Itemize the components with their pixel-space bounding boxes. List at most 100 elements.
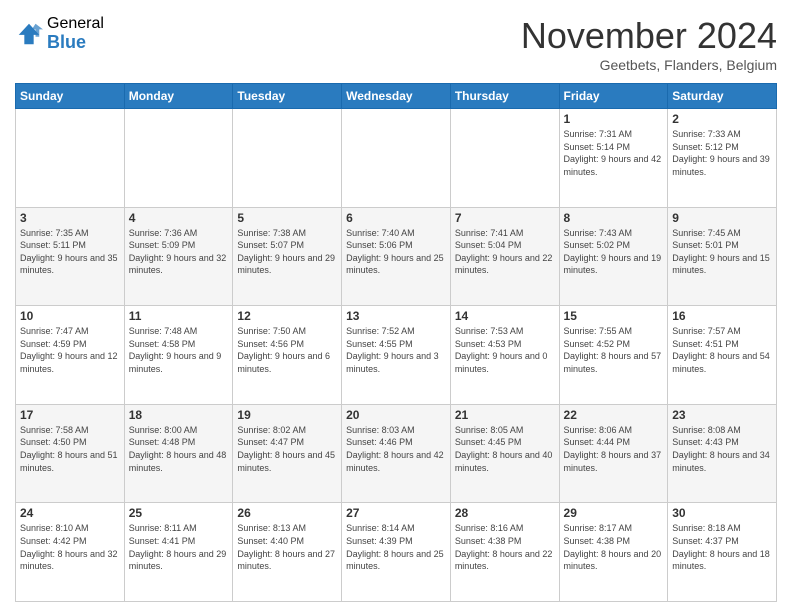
calendar-day-cell: 20 Sunrise: 8:03 AM Sunset: 4:46 PM Dayli… [342, 404, 451, 503]
calendar-day-cell [342, 109, 451, 208]
logo-icon [15, 20, 43, 48]
day-info: Sunrise: 7:52 AM Sunset: 4:55 PM Dayligh… [346, 325, 446, 375]
day-number: 9 [672, 211, 772, 225]
month-title: November 2024 [521, 15, 777, 57]
calendar-table: SundayMondayTuesdayWednesdayThursdayFrid… [15, 83, 777, 602]
calendar-day-cell: 21 Sunrise: 8:05 AM Sunset: 4:45 PM Dayli… [450, 404, 559, 503]
day-info: Sunrise: 8:13 AM Sunset: 4:40 PM Dayligh… [237, 522, 337, 572]
calendar-day-cell: 26Sunrise: 8:13 AM Sunset: 4:40 PM Dayli… [233, 503, 342, 602]
day-info: Sunrise: 8:11 AM Sunset: 4:41 PM Dayligh… [129, 522, 229, 572]
day-info: Sunrise: 7:43 AM Sunset: 5:02 PM Dayligh… [564, 227, 664, 277]
day-info: Sunrise: 7:45 AM Sunset: 5:01 PM Dayligh… [672, 227, 772, 277]
calendar-day-cell: 28 Sunrise: 8:16 AM Sunset: 4:38 PM Dayli… [450, 503, 559, 602]
weekday-header: Tuesday [233, 84, 342, 109]
day-number: 11 [129, 309, 229, 323]
calendar-day-cell: 4 Sunrise: 7:36 AM Sunset: 5:09 PM Daylig… [124, 207, 233, 306]
day-number: 15 [564, 309, 664, 323]
calendar-day-cell: 30Sunrise: 8:18 AM Sunset: 4:37 PM Dayli… [668, 503, 777, 602]
day-number: 29 [564, 506, 664, 520]
calendar-day-cell: 6 Sunrise: 7:40 AM Sunset: 5:06 PM Daylig… [342, 207, 451, 306]
day-info: Sunrise: 8:14 AM Sunset: 4:39 PM Dayligh… [346, 522, 446, 572]
weekday-header: Thursday [450, 84, 559, 109]
day-info: Sunrise: 8:17 AM Sunset: 4:38 PM Dayligh… [564, 522, 664, 572]
day-info: Sunrise: 7:40 AM Sunset: 5:06 PM Dayligh… [346, 227, 446, 277]
day-number: 24 [20, 506, 120, 520]
day-info: Sunrise: 7:47 AM Sunset: 4:59 PM Dayligh… [20, 325, 120, 375]
day-info: Sunrise: 7:35 AM Sunset: 5:11 PM Dayligh… [20, 227, 120, 277]
day-number: 21 [455, 408, 555, 422]
day-number: 28 [455, 506, 555, 520]
day-number: 4 [129, 211, 229, 225]
calendar-day-cell: 15 Sunrise: 7:55 AM Sunset: 4:52 PM Dayli… [559, 306, 668, 405]
day-info: Sunrise: 8:02 AM Sunset: 4:47 PM Dayligh… [237, 424, 337, 474]
day-info: Sunrise: 7:57 AM Sunset: 4:51 PM Dayligh… [672, 325, 772, 375]
calendar-week-row: 24 Sunrise: 8:10 AM Sunset: 4:42 PM Dayli… [16, 503, 777, 602]
day-info: Sunrise: 8:05 AM Sunset: 4:45 PM Dayligh… [455, 424, 555, 474]
day-number: 7 [455, 211, 555, 225]
calendar-day-cell: 5 Sunrise: 7:38 AM Sunset: 5:07 PM Daylig… [233, 207, 342, 306]
calendar-day-cell: 14 Sunrise: 7:53 AM Sunset: 4:53 PM Dayli… [450, 306, 559, 405]
day-info: Sunrise: 7:41 AM Sunset: 5:04 PM Dayligh… [455, 227, 555, 277]
calendar-day-cell: 24 Sunrise: 8:10 AM Sunset: 4:42 PM Dayli… [16, 503, 125, 602]
weekday-header: Friday [559, 84, 668, 109]
day-info: Sunrise: 8:03 AM Sunset: 4:46 PM Dayligh… [346, 424, 446, 474]
calendar-day-cell: 1 Sunrise: 7:31 AM Sunset: 5:14 PM Daylig… [559, 109, 668, 208]
weekday-header: Sunday [16, 84, 125, 109]
logo: GeneralBlue [15, 15, 104, 52]
day-number: 8 [564, 211, 664, 225]
title-block: November 2024 Geetbets, Flanders, Belgiu… [521, 15, 777, 73]
calendar-day-cell: 23Sunrise: 8:08 AM Sunset: 4:43 PM Dayli… [668, 404, 777, 503]
calendar-week-row: 17Sunrise: 7:58 AM Sunset: 4:50 PM Dayli… [16, 404, 777, 503]
day-info: Sunrise: 7:55 AM Sunset: 4:52 PM Dayligh… [564, 325, 664, 375]
calendar-day-cell: 22Sunrise: 8:06 AM Sunset: 4:44 PM Dayli… [559, 404, 668, 503]
page-header: GeneralBlue November 2024 Geetbets, Flan… [15, 15, 777, 73]
calendar-day-cell: 2 Sunrise: 7:33 AM Sunset: 5:12 PM Daylig… [668, 109, 777, 208]
day-info: Sunrise: 8:10 AM Sunset: 4:42 PM Dayligh… [20, 522, 120, 572]
calendar-day-cell: 19Sunrise: 8:02 AM Sunset: 4:47 PM Dayli… [233, 404, 342, 503]
day-info: Sunrise: 7:33 AM Sunset: 5:12 PM Dayligh… [672, 128, 772, 178]
weekday-header: Monday [124, 84, 233, 109]
day-number: 30 [672, 506, 772, 520]
day-info: Sunrise: 8:16 AM Sunset: 4:38 PM Dayligh… [455, 522, 555, 572]
day-number: 14 [455, 309, 555, 323]
day-info: Sunrise: 8:00 AM Sunset: 4:48 PM Dayligh… [129, 424, 229, 474]
day-info: Sunrise: 7:38 AM Sunset: 5:07 PM Dayligh… [237, 227, 337, 277]
day-number: 6 [346, 211, 446, 225]
calendar-day-cell: 29 Sunrise: 8:17 AM Sunset: 4:38 PM Dayli… [559, 503, 668, 602]
calendar-day-cell: 18 Sunrise: 8:00 AM Sunset: 4:48 PM Dayli… [124, 404, 233, 503]
weekday-header-row: SundayMondayTuesdayWednesdayThursdayFrid… [16, 84, 777, 109]
day-info: Sunrise: 7:48 AM Sunset: 4:58 PM Dayligh… [129, 325, 229, 375]
day-number: 20 [346, 408, 446, 422]
day-number: 2 [672, 112, 772, 126]
calendar-day-cell: 3 Sunrise: 7:35 AM Sunset: 5:11 PM Daylig… [16, 207, 125, 306]
calendar-day-cell: 8 Sunrise: 7:43 AM Sunset: 5:02 PM Daylig… [559, 207, 668, 306]
day-number: 25 [129, 506, 229, 520]
calendar-day-cell: 13 Sunrise: 7:52 AM Sunset: 4:55 PM Dayli… [342, 306, 451, 405]
day-info: Sunrise: 7:36 AM Sunset: 5:09 PM Dayligh… [129, 227, 229, 277]
logo-text: GeneralBlue [47, 15, 104, 52]
calendar-week-row: 10 Sunrise: 7:47 AM Sunset: 4:59 PM Dayli… [16, 306, 777, 405]
day-number: 5 [237, 211, 337, 225]
day-number: 10 [20, 309, 120, 323]
calendar-week-row: 1 Sunrise: 7:31 AM Sunset: 5:14 PM Daylig… [16, 109, 777, 208]
day-info: Sunrise: 8:06 AM Sunset: 4:44 PM Dayligh… [564, 424, 664, 474]
day-number: 23 [672, 408, 772, 422]
day-number: 17 [20, 408, 120, 422]
day-number: 1 [564, 112, 664, 126]
calendar-day-cell: 12Sunrise: 7:50 AM Sunset: 4:56 PM Dayli… [233, 306, 342, 405]
calendar-day-cell: 25 Sunrise: 8:11 AM Sunset: 4:41 PM Dayli… [124, 503, 233, 602]
day-number: 27 [346, 506, 446, 520]
day-info: Sunrise: 7:31 AM Sunset: 5:14 PM Dayligh… [564, 128, 664, 178]
calendar-day-cell: 27 Sunrise: 8:14 AM Sunset: 4:39 PM Dayli… [342, 503, 451, 602]
calendar-day-cell [450, 109, 559, 208]
day-number: 3 [20, 211, 120, 225]
day-number: 18 [129, 408, 229, 422]
calendar-week-row: 3 Sunrise: 7:35 AM Sunset: 5:11 PM Daylig… [16, 207, 777, 306]
calendar-day-cell: 10 Sunrise: 7:47 AM Sunset: 4:59 PM Dayli… [16, 306, 125, 405]
day-info: Sunrise: 7:50 AM Sunset: 4:56 PM Dayligh… [237, 325, 337, 375]
day-info: Sunrise: 7:53 AM Sunset: 4:53 PM Dayligh… [455, 325, 555, 375]
calendar-day-cell [124, 109, 233, 208]
day-number: 13 [346, 309, 446, 323]
day-number: 16 [672, 309, 772, 323]
calendar-day-cell: 7 Sunrise: 7:41 AM Sunset: 5:04 PM Daylig… [450, 207, 559, 306]
